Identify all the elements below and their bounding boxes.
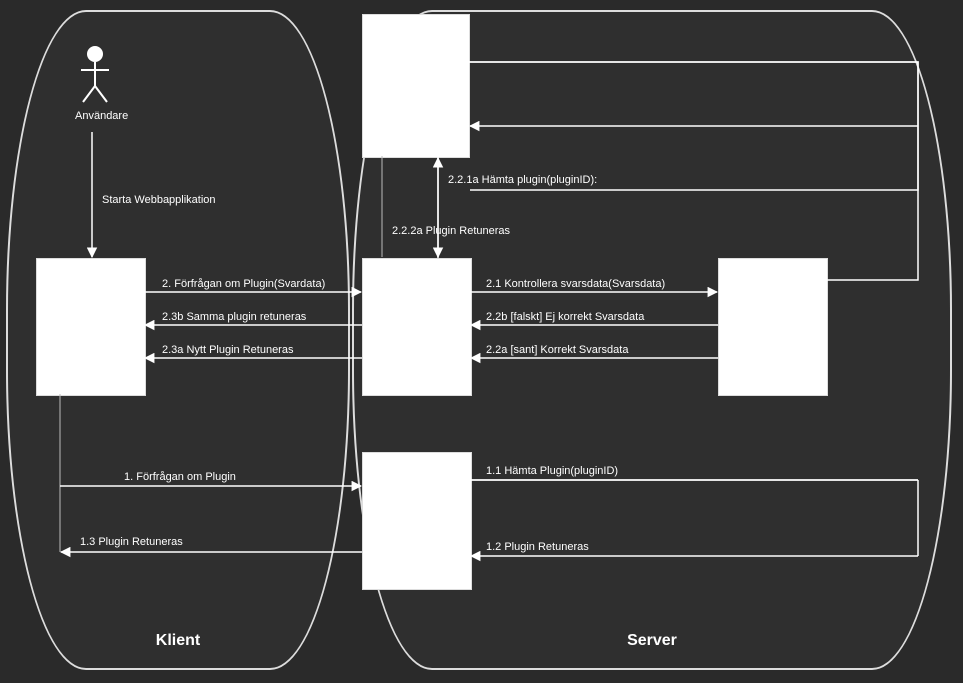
lifeline-server-right (718, 258, 828, 396)
msg-1-req: 1. Förfrågan om Plugin (124, 471, 236, 483)
msg-2-1: 2.1 Kontrollera svarsdata(Svarsdata) (486, 278, 665, 290)
lifeline-client-mid (36, 258, 146, 396)
client-panel-label: Klient (8, 632, 348, 650)
sequence-diagram: Klient Server Användare Starta Webbappli… (0, 0, 963, 683)
msg-start-app: Starta Webbapplikation (102, 194, 216, 206)
msg-2-req: 2. Förfrågan om Plugin(Svardata) (162, 278, 325, 290)
msg-1-3: 1.3 Plugin Retuneras (80, 536, 183, 548)
msg-2-3b: 2.3b Samma plugin retuneras (162, 311, 306, 323)
msg-2-3a: 2.3a Nytt Plugin Retuneras (162, 344, 293, 356)
msg-1-1: 1.1 Hämta Plugin(pluginID) (486, 465, 618, 477)
msg-2-2a: 2.2a [sant] Korrekt Svarsdata (486, 344, 628, 356)
msg-1-2: 1.2 Plugin Retuneras (486, 541, 589, 553)
lifeline-server-mid (362, 258, 472, 396)
msg-2-2-2a: 2.2.2a Plugin Retuneras (392, 225, 510, 237)
lifeline-top-server (362, 14, 470, 158)
msg-2-2b: 2.2b [falskt] Ej korrekt Svarsdata (486, 311, 644, 323)
lifeline-server-low (362, 452, 472, 590)
server-panel-label: Server (354, 632, 950, 650)
actor-user: Användare (75, 44, 115, 122)
msg-2-2-1a: 2.2.1a Hämta plugin(pluginID): (448, 174, 597, 186)
actor-label: Användare (75, 110, 115, 122)
user-icon (78, 44, 112, 104)
